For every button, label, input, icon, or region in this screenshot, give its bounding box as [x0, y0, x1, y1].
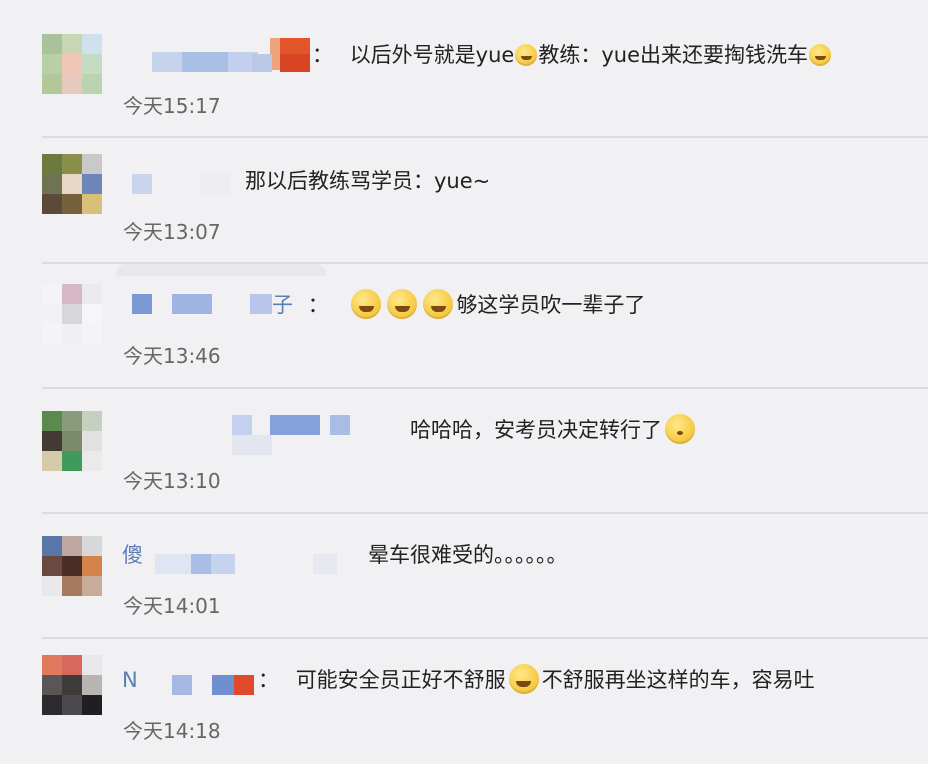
comment-item[interactable]: 子 ： 够这学员吹一辈子了 今天13:46: [0, 264, 928, 389]
comment-content: 那以后教练骂学员：yue~: [245, 169, 491, 193]
comment-content: 哈哈哈，安考员决定转行了: [410, 418, 662, 442]
comment-content: 晕车很难受的。。。。。。: [368, 543, 568, 567]
hug-emoji-icon: [809, 44, 832, 66]
timestamp: 今天13:10: [123, 469, 221, 493]
comment-text: 哈哈哈，安考员决定转行了: [410, 413, 698, 447]
comment-text: 晕车很难受的。。。。。。: [368, 538, 568, 572]
avatar[interactable]: [42, 284, 102, 344]
avatar[interactable]: [42, 34, 102, 94]
username-blurred[interactable]: [130, 294, 280, 314]
laugh-cry-emoji-icon: [351, 289, 382, 319]
comment-text: 子 ： 够这学员吹一辈子了: [272, 288, 645, 322]
comment-item[interactable]: ： 以后外号就是yue 教练：yue出来还要掏钱洗车 今天15:17: [0, 14, 928, 138]
hug-emoji-icon: [515, 44, 538, 66]
comment-content: 可能安全员正好不舒服: [295, 668, 506, 692]
separator: ：: [312, 43, 333, 67]
comment-text: 傻: [122, 538, 143, 572]
comment-item[interactable]: 傻 晕车很难受的。。。。。。 今天14:01: [0, 514, 928, 639]
comment-item[interactable]: 那以后教练骂学员：yue~ 今天13:07: [0, 138, 928, 264]
comment-text: ： 可能安全员正好不舒服 不舒服再坐这样的车，容易吐: [258, 663, 815, 697]
laugh-cry-emoji-icon: [387, 289, 418, 319]
username-visible[interactable]: N: [122, 668, 138, 692]
separator: ：: [307, 293, 329, 317]
username-blurred[interactable]: [130, 38, 320, 72]
comment-text: 那以后教练骂学员：yue~: [245, 164, 490, 198]
timestamp: 今天13:07: [123, 220, 221, 244]
timestamp: 今天14:01: [123, 594, 221, 618]
comment-item[interactable]: 哈哈哈，安考员决定转行了 今天13:10: [0, 389, 928, 514]
comment-content: 够这学员吹一辈子了: [456, 293, 646, 317]
timestamp: 今天14:18: [123, 719, 221, 743]
avatar[interactable]: [42, 411, 102, 471]
comment-content-mid: 教练：yue出来还要掏钱洗车: [538, 43, 809, 67]
laugh-cry-emoji-icon: [508, 664, 539, 694]
separator: ：: [258, 668, 279, 692]
username-visible[interactable]: 子: [272, 293, 293, 317]
timestamp: 今天15:17: [123, 94, 221, 118]
timestamp: 今天13:46: [123, 344, 221, 368]
comment-content: 以后外号就是yue: [349, 43, 515, 67]
username-blurred[interactable]: [230, 415, 360, 455]
username-blurred[interactable]: [145, 554, 355, 574]
hush-emoji-icon: [665, 414, 695, 444]
username-blurred[interactable]: [130, 174, 240, 194]
comment-item[interactable]: N ： 可能安全员正好不舒服 不舒服再坐这样的车，容易吐 今天14:18: [0, 639, 928, 764]
comment-text: ： 以后外号就是yue 教练：yue出来还要掏钱洗车: [312, 38, 832, 72]
avatar[interactable]: [42, 536, 102, 596]
comment-content-after: 不舒服再坐这样的车，容易吐: [541, 668, 815, 692]
laugh-cry-emoji-icon: [423, 289, 454, 319]
avatar[interactable]: [42, 655, 102, 715]
comment-text: N: [122, 663, 138, 697]
username-blurred[interactable]: [130, 675, 260, 695]
avatar[interactable]: [42, 154, 102, 214]
username-visible[interactable]: 傻: [122, 543, 143, 567]
